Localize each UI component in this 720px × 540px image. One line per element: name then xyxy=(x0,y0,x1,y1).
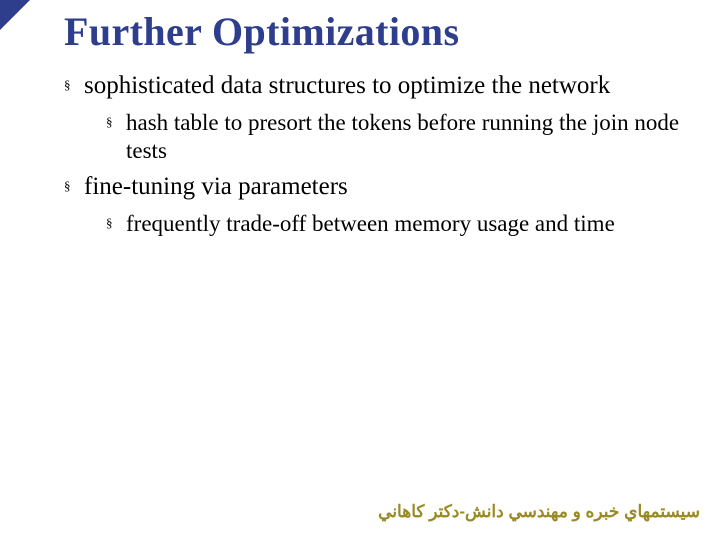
bullet-list: sophisticated data structures to optimiz… xyxy=(64,71,692,238)
list-item: sophisticated data structures to optimiz… xyxy=(64,71,692,164)
slide-title: Further Optimizations xyxy=(64,8,692,55)
list-item: fine-tuning via parameters frequently tr… xyxy=(64,172,692,238)
corner-triangle xyxy=(0,0,30,30)
bullet-text: hash table to presort the tokens before … xyxy=(126,110,679,163)
footer-text: سيستمهاي خبره و مهندسي دانش-دكتر كاهاني xyxy=(378,502,700,522)
bullet-text: sophisticated data structures to optimiz… xyxy=(84,72,610,99)
slide: Further Optimizations sophisticated data… xyxy=(0,0,720,238)
sub-bullet-list: frequently trade-off between memory usag… xyxy=(106,210,692,238)
list-item: hash table to presort the tokens before … xyxy=(106,109,692,164)
bullet-text: frequently trade-off between memory usag… xyxy=(126,211,615,236)
bullet-text: fine-tuning via parameters xyxy=(84,173,348,200)
sub-bullet-list: hash table to presort the tokens before … xyxy=(106,109,692,164)
list-item: frequently trade-off between memory usag… xyxy=(106,210,692,238)
